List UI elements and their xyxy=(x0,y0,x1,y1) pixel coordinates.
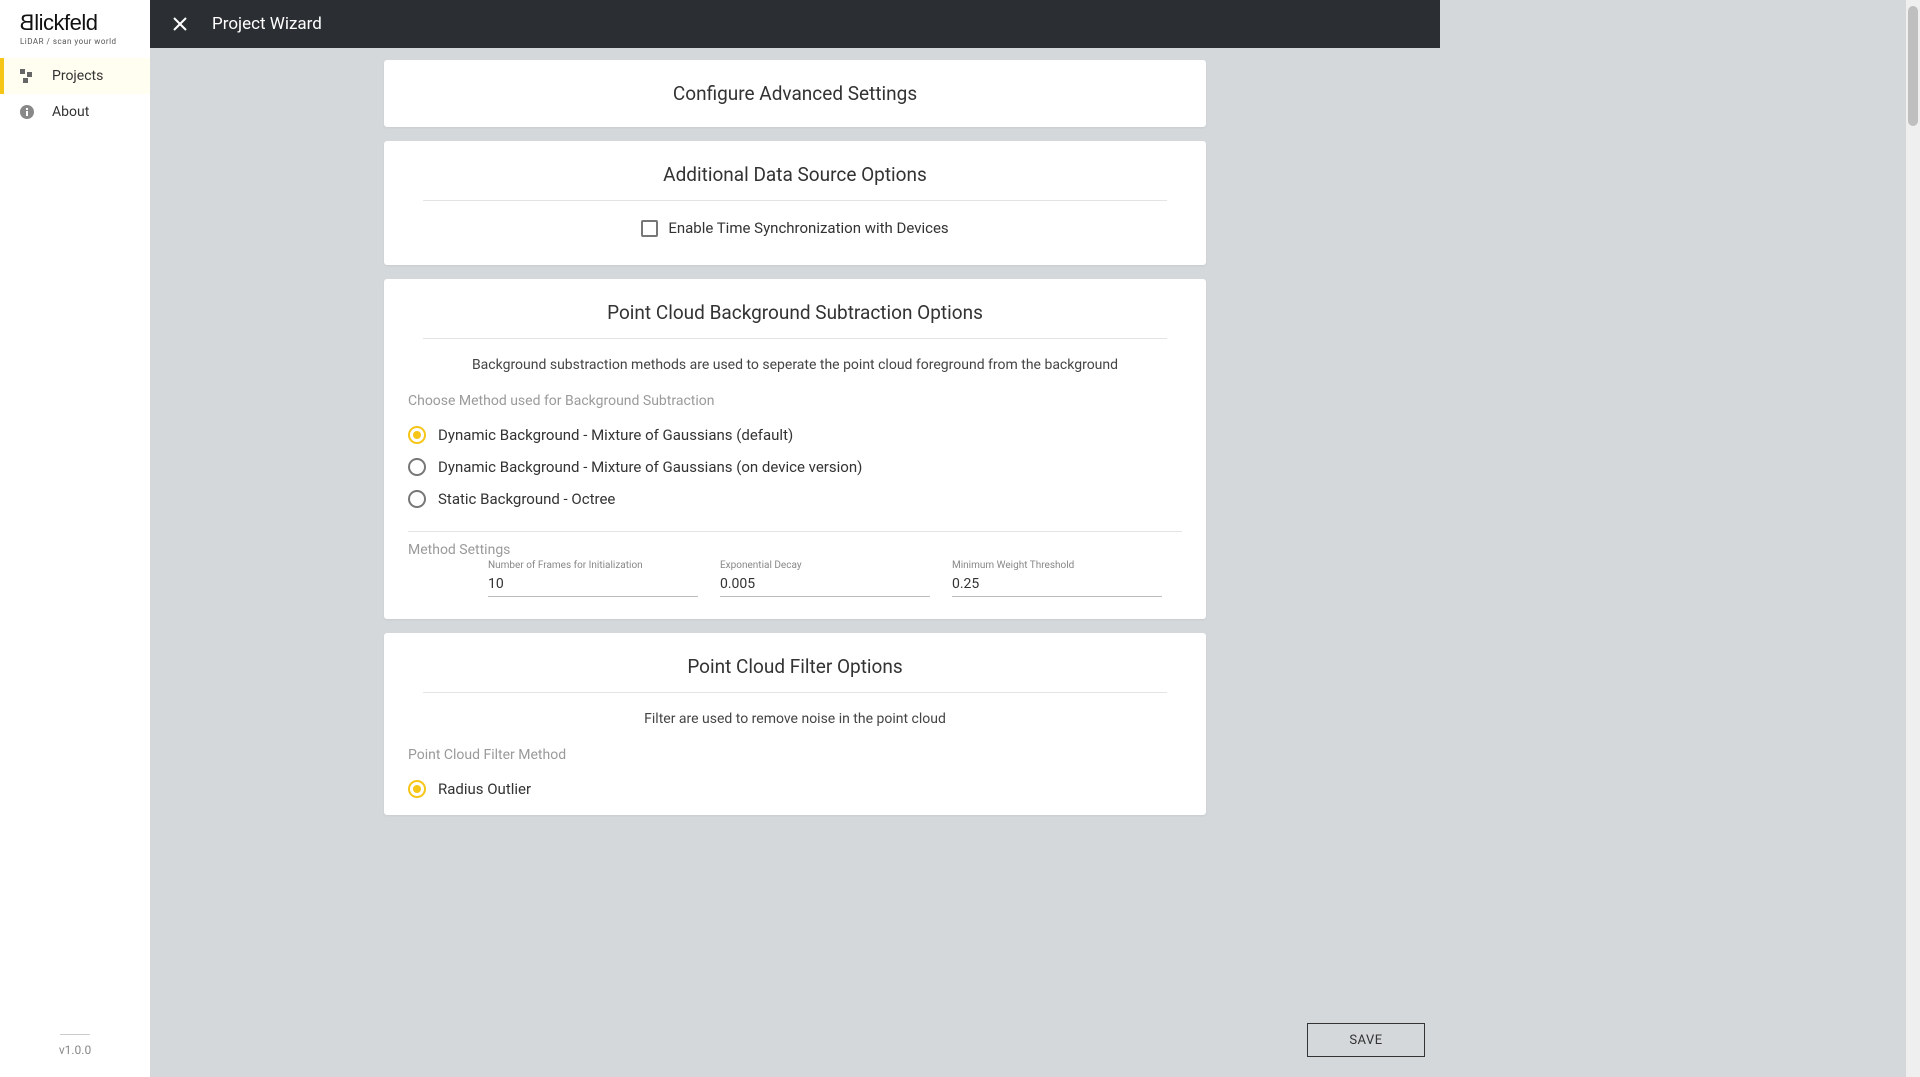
close-button[interactable] xyxy=(168,12,192,36)
field-label: Exponential Decay xyxy=(720,560,930,572)
sidebar-item-about[interactable]: About xyxy=(0,94,150,130)
divider xyxy=(423,692,1166,693)
card-title: Configure Advanced Settings xyxy=(408,82,1182,105)
divider xyxy=(423,338,1166,339)
card-bg-subtraction: Point Cloud Background Subtraction Optio… xyxy=(384,279,1206,619)
radio-bg-dynamic-device[interactable]: Dynamic Background - Mixture of Gaussian… xyxy=(408,451,1182,483)
method-group-label: Choose Method used for Background Subtra… xyxy=(408,393,1182,409)
card-filter-options: Point Cloud Filter Options Filter are us… xyxy=(384,633,1206,815)
sidebar-item-projects[interactable]: Projects xyxy=(0,58,150,94)
frames-init-input[interactable] xyxy=(488,572,698,597)
field-min-weight-threshold: Minimum Weight Threshold xyxy=(952,560,1162,597)
radio-bg-static-octree[interactable]: Static Background - Octree xyxy=(408,483,1182,515)
radio-label: Radius Outlier xyxy=(438,780,531,798)
sidebar-nav: Projects About xyxy=(0,58,150,130)
exponential-decay-input[interactable] xyxy=(720,572,930,597)
content-scroll[interactable]: Configure Advanced Settings Additional D… xyxy=(150,48,1440,1077)
logo: Blickfeld LiDAR / scan your world xyxy=(0,0,150,50)
field-label: Minimum Weight Threshold xyxy=(952,560,1162,572)
method-settings-label: Method Settings xyxy=(408,542,1182,558)
radio-icon xyxy=(408,458,426,476)
info-icon xyxy=(18,103,36,121)
method-settings: Method Settings Number of Frames for Ini… xyxy=(408,531,1182,597)
filter-method-radio-group: Radius Outlier xyxy=(408,773,1182,805)
scrollbar-track[interactable] xyxy=(1906,0,1920,1077)
bg-method-radio-group: Dynamic Background - Mixture of Gaussian… xyxy=(408,419,1182,515)
version-label: v1.0.0 xyxy=(0,1022,150,1077)
radio-icon xyxy=(408,490,426,508)
radio-bg-dynamic-default[interactable]: Dynamic Background - Mixture of Gaussian… xyxy=(408,419,1182,451)
filter-method-group-label: Point Cloud Filter Method xyxy=(408,747,1182,763)
sidebar-item-label: Projects xyxy=(52,68,103,84)
divider xyxy=(423,200,1166,201)
projects-icon xyxy=(18,67,36,85)
field-frames-init: Number of Frames for Initialization xyxy=(488,560,698,597)
topbar: Project Wizard xyxy=(150,0,1440,48)
logo-subtitle: LiDAR / scan your world xyxy=(20,37,138,46)
page-title: Project Wizard xyxy=(212,14,322,34)
card-title: Point Cloud Background Subtraction Optio… xyxy=(408,301,1182,338)
field-label: Number of Frames for Initialization xyxy=(488,560,698,572)
field-exponential-decay: Exponential Decay xyxy=(720,560,930,597)
card-additional-data-source: Additional Data Source Options Enable Ti… xyxy=(384,141,1206,265)
card-advanced-settings: Configure Advanced Settings xyxy=(384,60,1206,127)
card-description: Background substraction methods are used… xyxy=(408,353,1182,387)
time-sync-checkbox-row[interactable]: Enable Time Synchronization with Devices xyxy=(408,215,1182,243)
sidebar-item-label: About xyxy=(52,104,89,120)
scrollbar-thumb[interactable] xyxy=(1908,6,1918,126)
logo-text: Blickfeld xyxy=(20,10,138,36)
sidebar: Blickfeld LiDAR / scan your world Projec… xyxy=(0,0,150,1077)
card-description: Filter are used to remove noise in the p… xyxy=(408,707,1182,741)
radio-icon xyxy=(408,426,426,444)
close-icon xyxy=(171,15,189,33)
radio-filter-radius-outlier[interactable]: Radius Outlier xyxy=(408,773,1182,805)
radio-label: Static Background - Octree xyxy=(438,490,615,508)
radio-label: Dynamic Background - Mixture of Gaussian… xyxy=(438,458,862,476)
min-weight-threshold-input[interactable] xyxy=(952,572,1162,597)
card-title: Additional Data Source Options xyxy=(408,163,1182,200)
radio-label: Dynamic Background - Mixture of Gaussian… xyxy=(438,426,793,444)
checkbox-label: Enable Time Synchronization with Devices xyxy=(668,219,948,237)
card-title: Point Cloud Filter Options xyxy=(408,655,1182,692)
checkbox-icon[interactable] xyxy=(641,220,658,237)
save-button[interactable]: SAVE xyxy=(1307,1023,1425,1057)
radio-icon xyxy=(408,780,426,798)
